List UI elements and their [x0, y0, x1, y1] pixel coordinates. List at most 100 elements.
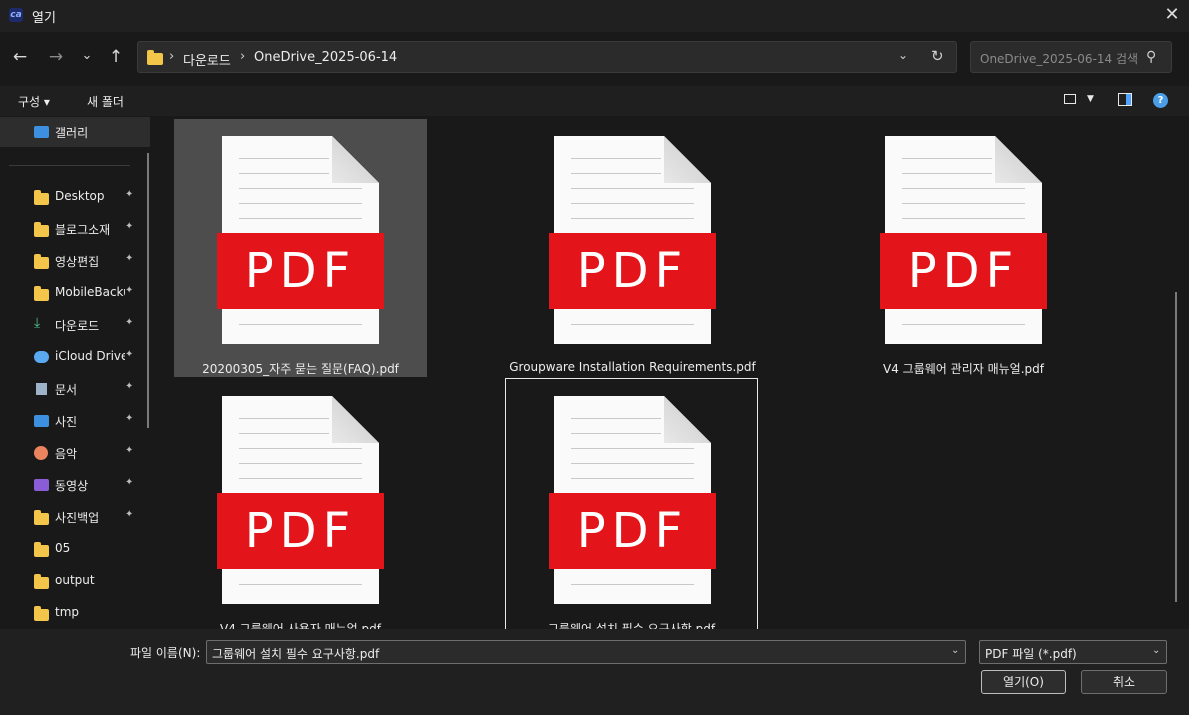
- file-name: V4 그룹웨어 사용자 매뉴얼.pdf: [220, 622, 381, 629]
- pin-icon: ✦: [125, 381, 134, 392]
- pin-icon: ✦: [125, 445, 134, 456]
- file-item[interactable]: PDF V4 그룹웨어 사용자 매뉴얼.pdf: [174, 379, 427, 629]
- sidebar-item-label: 영상편집: [55, 255, 100, 269]
- chevron-down-icon[interactable]: ⌄: [898, 48, 908, 62]
- navigation-pane: 갤러리 Desktop ✦ 블로그소재 ✦ 영상편집 ✦ MobileBacku…: [0, 117, 158, 629]
- pdf-file-icon: PDF: [880, 136, 1047, 344]
- open-button[interactable]: 열기(O): [981, 670, 1066, 694]
- pdf-badge: PDF: [217, 493, 384, 569]
- file-item[interactable]: PDF V4 그룹웨어 관리자 매뉴얼.pdf: [837, 119, 1090, 377]
- refresh-icon[interactable]: ↻: [931, 47, 944, 65]
- sidebar-item-icloud[interactable]: iCloud Drive ✦: [0, 342, 150, 372]
- sidebar-item-label: output: [55, 573, 95, 587]
- help-icon[interactable]: ?: [1153, 93, 1168, 108]
- sidebar-item-label: tmp: [55, 605, 80, 619]
- pin-icon: ✦: [125, 509, 134, 520]
- sidebar-item-label: 사진백업: [55, 511, 100, 525]
- pin-icon: ✦: [125, 285, 134, 296]
- pin-icon: ✦: [125, 349, 134, 360]
- search-input[interactable]: OneDrive_2025-06-14 검색: [980, 50, 1138, 67]
- pdf-file-icon: PDF: [549, 396, 716, 604]
- cancel-button[interactable]: 취소: [1081, 670, 1167, 694]
- chevron-down-icon[interactable]: ⌄: [1152, 645, 1160, 656]
- chevron-down-icon[interactable]: ▼: [1087, 94, 1094, 104]
- filename-input[interactable]: 그룹웨어 설치 필수 요구사항.pdf ⌄: [206, 640, 966, 664]
- folder-icon: [34, 606, 49, 621]
- back-button[interactable]: ←: [8, 45, 32, 69]
- pin-icon: ✦: [125, 413, 134, 424]
- file-item[interactable]: PDF 20200305_자주 묻는 질문(FAQ).pdf: [174, 119, 427, 377]
- folder-icon: [34, 286, 49, 301]
- breadcrumb-downloads[interactable]: 다운로드: [183, 50, 231, 69]
- sidebar-item-label: 문서: [55, 383, 78, 397]
- pdf-badge: PDF: [880, 233, 1047, 309]
- sidebar-item-pictures[interactable]: 사진 ✦: [0, 406, 150, 436]
- chevron-down-icon[interactable]: ⌄: [951, 645, 959, 656]
- sidebar-item-mobilebackup[interactable]: MobileBackup ✦: [0, 278, 150, 308]
- window-title: 열기: [32, 11, 56, 26]
- search-icon[interactable]: ⚲: [1146, 49, 1156, 65]
- file-item[interactable]: PDF Groupware Installation Requirements.…: [506, 119, 759, 377]
- file-list: PDF 20200305_자주 묻는 질문(FAQ).pdf PDF Group…: [158, 117, 1189, 629]
- sidebar-item-output[interactable]: output: [0, 566, 150, 596]
- organize-menu-button[interactable]: 구성 ▾: [18, 93, 50, 110]
- sidebar-item-documents[interactable]: 문서 ✦: [0, 374, 150, 404]
- music-icon: [34, 446, 48, 460]
- title-bar: ca 열기 ✕: [0, 0, 1189, 32]
- pin-icon: ✦: [125, 477, 134, 488]
- pdf-badge: PDF: [549, 493, 716, 569]
- preview-pane-icon[interactable]: [1118, 93, 1132, 106]
- pin-icon: ✦: [125, 317, 134, 328]
- icloud-icon: [34, 351, 49, 363]
- filename-label: 파일 이름(N):: [130, 646, 201, 660]
- sidebar-item-music[interactable]: 음악 ✦: [0, 438, 150, 468]
- sidebar-item-label: 사진: [55, 415, 78, 429]
- folder-icon: [34, 254, 49, 269]
- sidebar-item-photo-backup[interactable]: 사진백업 ✦: [0, 502, 150, 532]
- close-button[interactable]: ✕: [1155, 0, 1189, 30]
- sidebar-item-video-edit[interactable]: 영상편집 ✦: [0, 246, 150, 276]
- download-icon: ⤓: [34, 315, 41, 331]
- sidebar-item-label: 음악: [55, 447, 78, 461]
- sidebar-item-videos[interactable]: 동영상 ✦: [0, 470, 150, 500]
- pdf-file-icon: PDF: [217, 136, 384, 344]
- sidebar-item-label: 동영상: [55, 479, 89, 493]
- breadcrumb-current-folder[interactable]: OneDrive_2025-06-14: [254, 50, 397, 65]
- divider: [9, 165, 130, 166]
- pdf-file-icon: PDF: [549, 136, 716, 344]
- sidebar-scrollbar[interactable]: [147, 153, 149, 428]
- address-bar[interactable]: › 다운로드 › OneDrive_2025-06-14 ⌄ ↻: [137, 41, 957, 73]
- file-item[interactable]: PDF 그룹웨어 설치 필수 요구사항.pdf: [505, 378, 758, 629]
- file-name: 그룹웨어 설치 필수 요구사항.pdf: [547, 622, 716, 629]
- recent-locations-button[interactable]: ⌄: [75, 44, 99, 68]
- up-button[interactable]: ↑: [104, 45, 128, 69]
- sidebar-item-downloads[interactable]: ⤓ 다운로드 ✦: [0, 310, 150, 340]
- sidebar-item-05[interactable]: 05: [0, 534, 150, 564]
- sidebar-item-label: 다운로드: [55, 319, 100, 333]
- sidebar-item-tmp[interactable]: tmp: [0, 598, 150, 628]
- forward-button[interactable]: →: [44, 45, 68, 69]
- folder-icon: [34, 542, 49, 557]
- pdf-badge: PDF: [549, 233, 716, 309]
- sidebar-item-gallery[interactable]: 갤러리: [0, 117, 150, 147]
- sidebar-item-label: 05: [55, 541, 71, 555]
- view-mode-icon[interactable]: [1064, 94, 1076, 104]
- content-scrollbar[interactable]: [1175, 292, 1177, 602]
- folder-icon: [147, 50, 163, 65]
- pin-icon: ✦: [125, 253, 134, 264]
- pin-icon: ✦: [125, 189, 134, 200]
- sidebar-item-label: Desktop: [55, 189, 105, 203]
- sidebar-item-blog[interactable]: 블로그소재 ✦: [0, 214, 150, 244]
- sidebar-item-label: 갤러리: [55, 126, 89, 140]
- filetype-select[interactable]: PDF 파일 (*.pdf) ⌄: [979, 640, 1167, 664]
- file-name: V4 그룹웨어 관리자 매뉴얼.pdf: [883, 362, 1044, 376]
- folder-icon: [34, 222, 49, 237]
- new-folder-button[interactable]: 새 폴더: [87, 93, 124, 110]
- pictures-icon: [34, 415, 49, 427]
- sidebar-item-desktop[interactable]: Desktop ✦: [0, 182, 150, 212]
- file-name: 20200305_자주 묻는 질문(FAQ).pdf: [202, 362, 399, 376]
- pin-icon: ✦: [125, 221, 134, 232]
- sidebar-item-label: iCloud Drive: [55, 349, 125, 363]
- search-box[interactable]: OneDrive_2025-06-14 검색 ⚲: [970, 41, 1172, 73]
- sidebar-item-label: 블로그소재: [55, 223, 111, 237]
